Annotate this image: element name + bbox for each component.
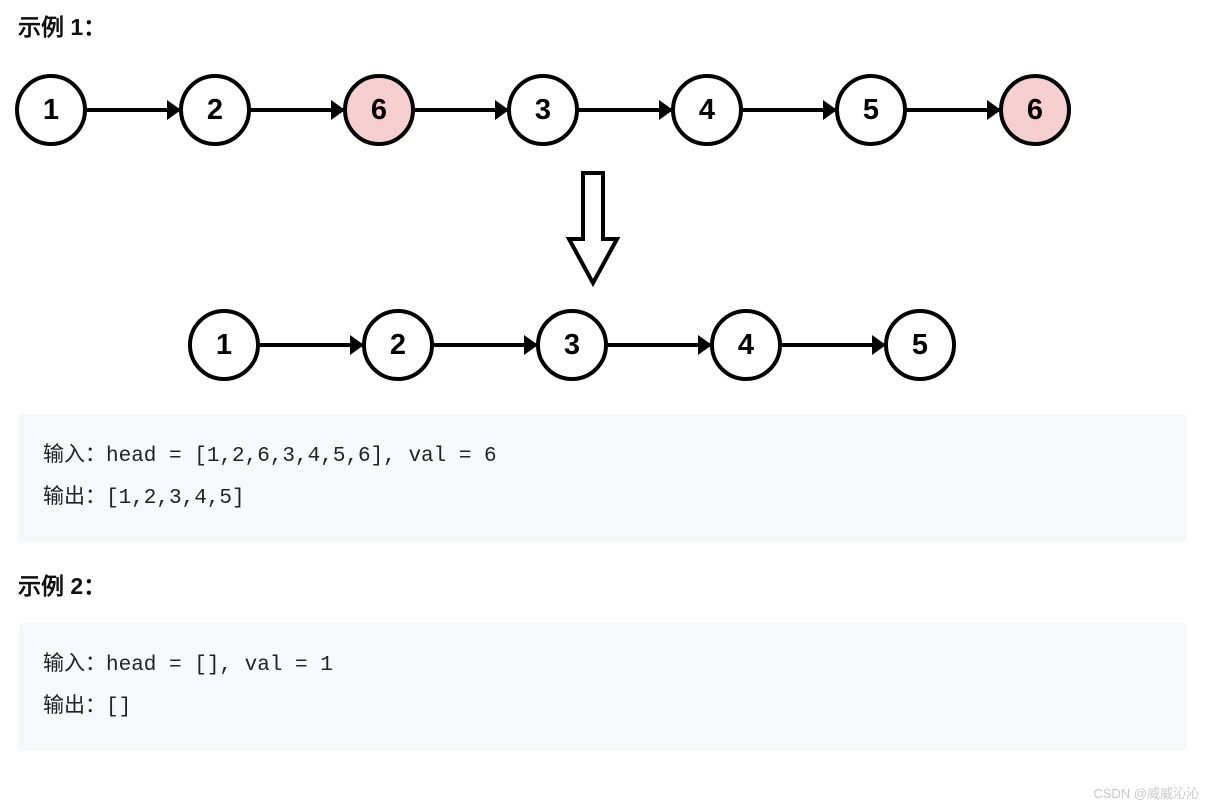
arrow-right-icon xyxy=(907,108,999,112)
example2-heading: 示例 2： xyxy=(18,567,1187,601)
arrow-right-icon xyxy=(87,108,179,112)
list-node: 6 xyxy=(343,74,415,146)
arrow-right-icon xyxy=(579,108,671,112)
list-node: 2 xyxy=(179,74,251,146)
arrow-right-icon xyxy=(251,108,343,112)
arrow-right-icon xyxy=(743,108,835,112)
linked-list-diagram: 1 2 6 3 4 5 6 1 2 3 4 5 xyxy=(18,64,1187,414)
list-node: 3 xyxy=(536,309,608,381)
input-list-row: 1 2 6 3 4 5 6 xyxy=(15,74,1071,146)
list-node: 4 xyxy=(710,309,782,381)
arrow-right-icon xyxy=(260,343,362,347)
arrow-right-icon xyxy=(782,343,884,347)
code-line: 输入：head = [], val = 1 xyxy=(43,654,333,677)
example1-heading: 示例 1： xyxy=(18,8,1187,42)
arrow-right-icon xyxy=(608,343,710,347)
list-node: 6 xyxy=(999,74,1071,146)
code-line: 输入：head = [1,2,6,3,4,5,6], val = 6 xyxy=(43,445,497,468)
arrow-right-icon xyxy=(434,343,536,347)
list-node: 1 xyxy=(188,309,260,381)
transform-arrow-icon xyxy=(565,169,621,294)
list-node: 4 xyxy=(671,74,743,146)
list-node: 2 xyxy=(362,309,434,381)
list-node: 3 xyxy=(507,74,579,146)
arrow-right-icon xyxy=(415,108,507,112)
list-node: 1 xyxy=(15,74,87,146)
list-node: 5 xyxy=(884,309,956,381)
list-node: 5 xyxy=(835,74,907,146)
code-line: 输出：[1,2,3,4,5] xyxy=(43,487,245,510)
output-list-row: 1 2 3 4 5 xyxy=(188,309,956,381)
example2-code: 输入：head = [], val = 1 输出：[] xyxy=(18,623,1187,751)
code-line: 输出：[] xyxy=(43,696,131,719)
watermark: CSDN @威威沁沁 xyxy=(1093,783,1199,802)
example1-code: 输入：head = [1,2,6,3,4,5,6], val = 6 输出：[1… xyxy=(18,414,1187,542)
